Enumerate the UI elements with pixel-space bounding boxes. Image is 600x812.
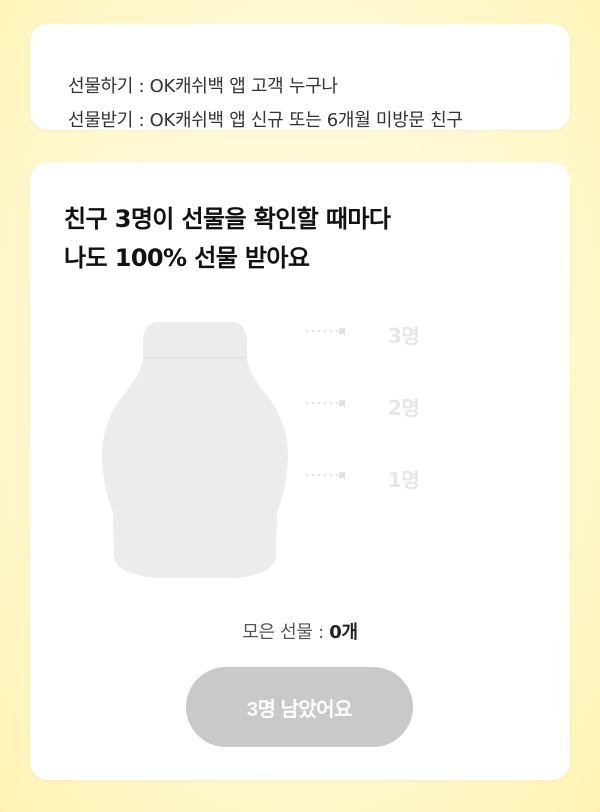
collected-gifts: 모은 선물 : 0개 [30, 618, 570, 644]
level-marker-2 [306, 400, 345, 406]
gift-progress-card: 친구 3명이 선물을 확인할 때마다 나도 100% 선물 받아요 3명 2명 … [30, 162, 570, 780]
eligibility-card: 선물하기 : OK캐쉬백 앱 고객 누구나 선물받기 : OK캐쉬백 앱 신규 … [30, 24, 570, 131]
level-label-1: 1명 [388, 468, 420, 492]
collected-label: 모은 선물 : [242, 622, 330, 643]
level-marker-1 [306, 472, 345, 478]
collected-count: 0개 [329, 622, 358, 643]
receive-eligibility-text: 선물받기 : OK캐쉬백 앱 신규 또는 6개월 미방문 친구 [68, 110, 463, 131]
remaining-friends-button[interactable]: 3명 남았어요 [186, 667, 413, 747]
level-label-3: 3명 [388, 324, 420, 348]
level-label-2: 2명 [388, 396, 420, 420]
give-eligibility-text: 선물하기 : OK캐쉬백 앱 고객 누구나 [68, 76, 338, 97]
milk-bottle-icon [102, 322, 288, 578]
level-marker-3 [306, 328, 345, 334]
